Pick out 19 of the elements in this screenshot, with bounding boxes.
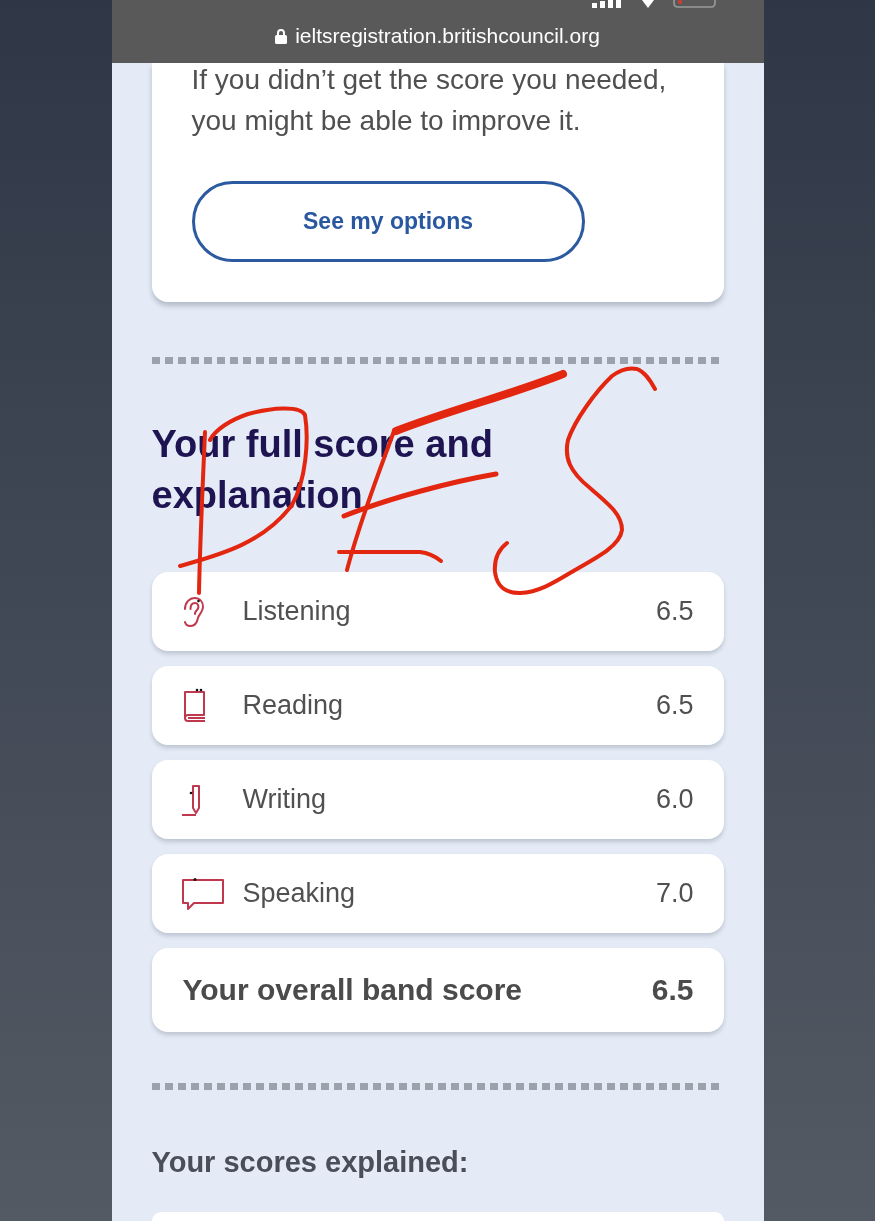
overall-label: Your overall band score (182, 973, 524, 1007)
skill-score: 6.5 (655, 596, 694, 627)
see-options-button[interactable]: See my options (191, 181, 585, 262)
url-text[interactable]: ieltsregistration.britishcouncil.org (295, 24, 600, 48)
skill-score: 6.0 (655, 784, 694, 815)
skill-label: Writing (242, 784, 328, 815)
pen-icon (180, 782, 203, 817)
location-arrow-icon (641, 0, 654, 8)
skill-label: Reading (242, 690, 345, 721)
skill-score: 7.0 (655, 878, 694, 909)
battery-icon (672, 0, 716, 8)
section-heading: Your scores explained: (151, 1145, 470, 1180)
skill-label: Speaking (242, 878, 357, 909)
speech-bubble-icon (180, 876, 225, 911)
skill-score: 6.5 (655, 690, 694, 721)
skill-label: Listening (242, 596, 352, 627)
signal-bars-icon (591, 0, 621, 8)
overall-score: 6.5 (651, 973, 694, 1007)
improve-text: If you didn’t get the score you needed, you might be able to improve it. (191, 63, 668, 138)
